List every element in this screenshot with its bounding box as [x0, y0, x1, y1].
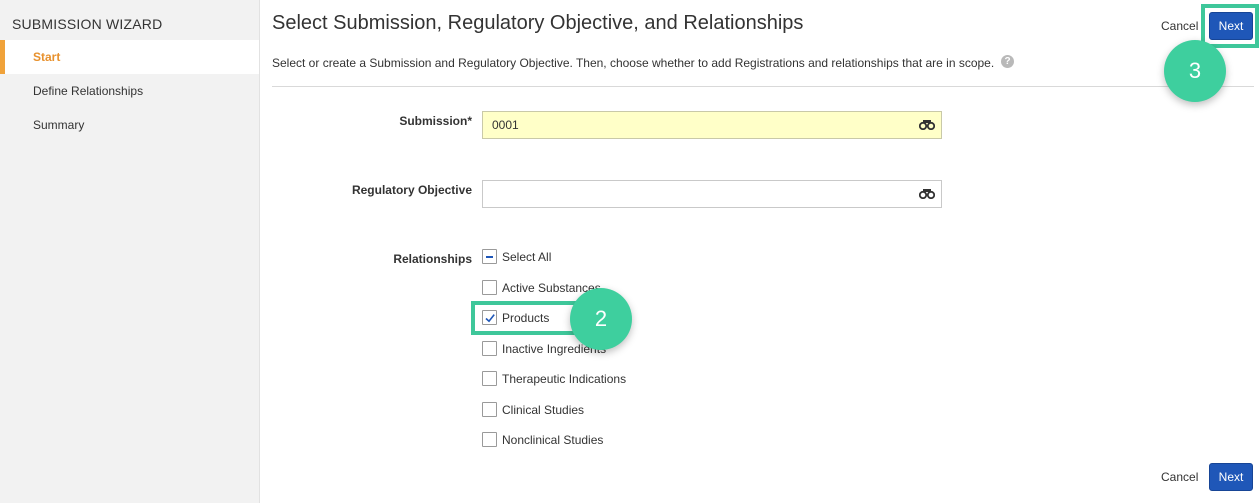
step-2-marker: 2 — [570, 288, 632, 350]
option-label: Nonclinical Studies — [502, 433, 604, 447]
checkbox[interactable] — [482, 371, 497, 386]
next-highlight-box — [1201, 4, 1259, 48]
page-title: Select Submission, Regulatory Objective,… — [272, 12, 804, 34]
checkbox[interactable] — [482, 280, 497, 295]
select-all-label: Select All — [502, 250, 552, 264]
checkbox[interactable] — [482, 402, 497, 417]
submission-value: 0001 — [492, 118, 519, 132]
cancel-button-top[interactable]: Cancel — [1161, 19, 1198, 33]
submission-label: Submission* — [399, 114, 472, 128]
sidebar-item-define-relationships[interactable]: Define Relationships — [0, 74, 259, 108]
binoculars-icon[interactable] — [919, 120, 935, 130]
submission-lookup[interactable]: 0001 — [482, 111, 942, 139]
sidebar-item-summary[interactable]: Summary — [0, 108, 259, 142]
checkbox[interactable] — [482, 341, 497, 356]
checkbox[interactable] — [482, 432, 497, 447]
regulatory-objective-lookup[interactable] — [482, 180, 942, 208]
cancel-button-bottom[interactable]: Cancel — [1161, 470, 1198, 484]
products-highlight-box — [471, 301, 585, 335]
binoculars-icon[interactable] — [919, 189, 935, 199]
wizard-title: SUBMISSION WIZARD — [12, 16, 163, 32]
regulatory-objective-label: Regulatory Objective — [351, 183, 472, 197]
help-icon[interactable]: ? — [1001, 55, 1014, 68]
sidebar-item-start[interactable]: Start — [0, 40, 259, 74]
page-subtitle: Select or create a Submission and Regula… — [272, 56, 995, 70]
step-3-marker: 3 — [1164, 40, 1226, 102]
relationships-label: Relationships — [393, 252, 472, 266]
option-label: Therapeutic Indications — [502, 372, 627, 386]
next-button-bottom[interactable]: Next — [1209, 463, 1253, 491]
header-divider — [272, 86, 1254, 87]
select-all-checkbox[interactable] — [482, 249, 497, 264]
wizard-sidebar: SUBMISSION WIZARD Start Define Relations… — [0, 0, 260, 503]
option-label: Clinical Studies — [502, 403, 585, 417]
